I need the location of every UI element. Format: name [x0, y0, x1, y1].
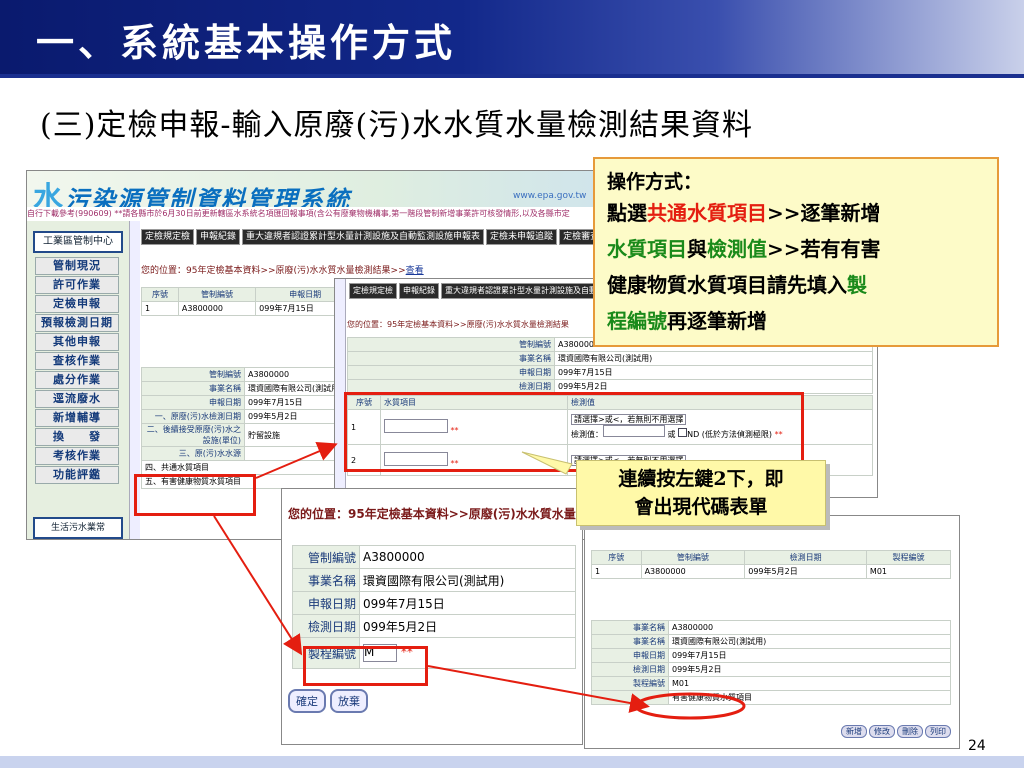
page-number: 24	[968, 738, 986, 754]
arrow-to-code-table	[427, 665, 650, 713]
callout-text: 與	[687, 237, 707, 261]
callout-line-4: 程編號再逐筆新增	[607, 303, 985, 339]
arrow-to-process	[213, 515, 303, 656]
callout-highlight: 水質項目	[607, 237, 687, 261]
arrow-to-entry	[255, 442, 338, 479]
callout-line-3: 健康物質水質項目請先填入製	[607, 267, 985, 303]
bubble-tail	[521, 451, 573, 475]
callout-highlight: 共通水質項目	[647, 201, 767, 225]
callout-line-2: 水質項目與檢測值>>若有有害	[607, 231, 985, 267]
tip-line-1: 連續按左鍵2下，即	[618, 468, 784, 490]
callout-text: 再逐筆新增	[667, 309, 767, 333]
callout-line-1: 點選共通水質項目>>逐筆新增	[607, 195, 985, 231]
callout-highlight: 製	[847, 273, 867, 297]
instruction-callout: 操作方式： 點選共通水質項目>>逐筆新增 水質項目與檢測值>>若有有害 健康物質…	[593, 157, 999, 347]
callout-text: 點選	[607, 201, 647, 225]
highlight-code-item	[634, 692, 746, 720]
callout-highlight: 程編號	[607, 309, 667, 333]
callout-highlight: 檢測值	[707, 237, 767, 261]
tip-bubble: 連續按左鍵2下，即 會出現代碼表單	[566, 456, 830, 530]
callout-text: >>逐筆新增	[767, 201, 881, 225]
callout-text: 健康物質水質項目請先填入	[607, 273, 847, 297]
tip-line-2: 會出現代碼表單	[634, 496, 768, 518]
tip-bubble-box: 連續按左鍵2下，即 會出現代碼表單	[576, 460, 826, 526]
footer-bar	[0, 756, 1024, 768]
arrow-overlay	[213, 442, 746, 720]
callout-text: >>若有有害	[767, 237, 881, 261]
callout-heading: 操作方式：	[607, 171, 703, 193]
